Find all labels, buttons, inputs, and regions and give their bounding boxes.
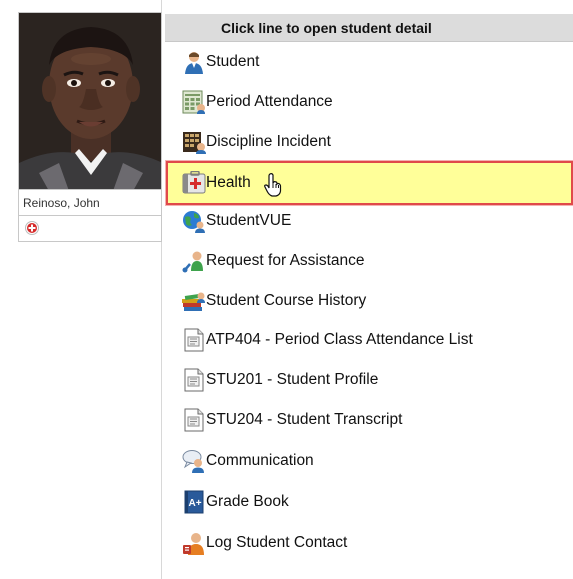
menu-item-label: Period Attendance: [206, 93, 333, 110]
menu-item-studentvue[interactable]: StudentVUE: [166, 203, 573, 239]
menu-item-health[interactable]: Health: [166, 161, 573, 205]
menu-item-label: Request for Assistance: [206, 252, 365, 269]
menu-item-label: Health: [206, 174, 251, 191]
menu-item-log-student-contact[interactable]: Log Student Contact: [166, 525, 573, 561]
student-photo-image: [19, 13, 161, 189]
menu-item-discipline-incident[interactable]: Discipline Incident: [166, 124, 573, 160]
discipline-icon: [183, 132, 206, 154]
attendance-icon: [182, 90, 205, 114]
menu-item-grade-book[interactable]: A+ Grade Book: [166, 484, 573, 520]
report-icon: [184, 408, 204, 432]
student-photo[interactable]: [18, 12, 162, 190]
menu-item-stu201[interactable]: STU201 - Student Profile: [166, 362, 573, 398]
menu-item-label: Student: [206, 53, 260, 70]
globe-user-icon: [183, 211, 205, 233]
contact-icon: [183, 533, 204, 555]
health-alert[interactable]: [18, 216, 162, 242]
menu-item-communication[interactable]: Communication: [166, 443, 573, 479]
report-icon: [184, 328, 204, 352]
menu-item-stu204[interactable]: STU204 - Student Transcript: [166, 402, 573, 438]
menu-item-atp404[interactable]: ATP404 - Period Class Attendance List: [166, 322, 573, 358]
health-kit-icon: [182, 171, 206, 194]
menu-item-period-attendance[interactable]: Period Attendance: [166, 84, 573, 120]
gradebook-icon: A+: [184, 490, 204, 514]
report-icon: [184, 368, 204, 392]
student-icon: [185, 52, 203, 74]
menu-item-label: STU201 - Student Profile: [206, 371, 379, 388]
menu-item-label: Communication: [206, 452, 314, 469]
menu-header: Click line to open student detail: [165, 14, 573, 42]
menu-item-student[interactable]: Student: [166, 44, 573, 80]
menu-item-label: StudentVUE: [206, 212, 292, 229]
student-detail-menu: Click line to open student detail Studen…: [162, 0, 573, 579]
menu-item-label: Log Student Contact: [206, 534, 348, 551]
menu-item-label: Discipline Incident: [206, 133, 331, 150]
student-detail-screen: Reinoso, John Click line to open student…: [0, 0, 573, 579]
menu-item-label: Grade Book: [206, 493, 289, 510]
hand-cursor-icon: [264, 173, 282, 197]
svg-text:A+: A+: [188, 498, 201, 509]
assistance-icon: [182, 251, 203, 273]
health-alert-icon[interactable]: [25, 221, 39, 235]
menu-item-label: STU204 - Student Transcript: [206, 411, 403, 428]
menu-item-label: Student Course History: [206, 292, 367, 309]
menu-item-label: ATP404 - Period Class Attendance List: [206, 331, 473, 348]
communication-icon: [182, 450, 204, 473]
student-card: Reinoso, John: [0, 0, 162, 579]
menu-item-request-for-assistance[interactable]: Request for Assistance: [166, 243, 573, 279]
books-icon: [182, 292, 205, 311]
menu-item-student-course-history[interactable]: Student Course History: [166, 283, 573, 319]
student-name: Reinoso, John: [18, 190, 162, 216]
